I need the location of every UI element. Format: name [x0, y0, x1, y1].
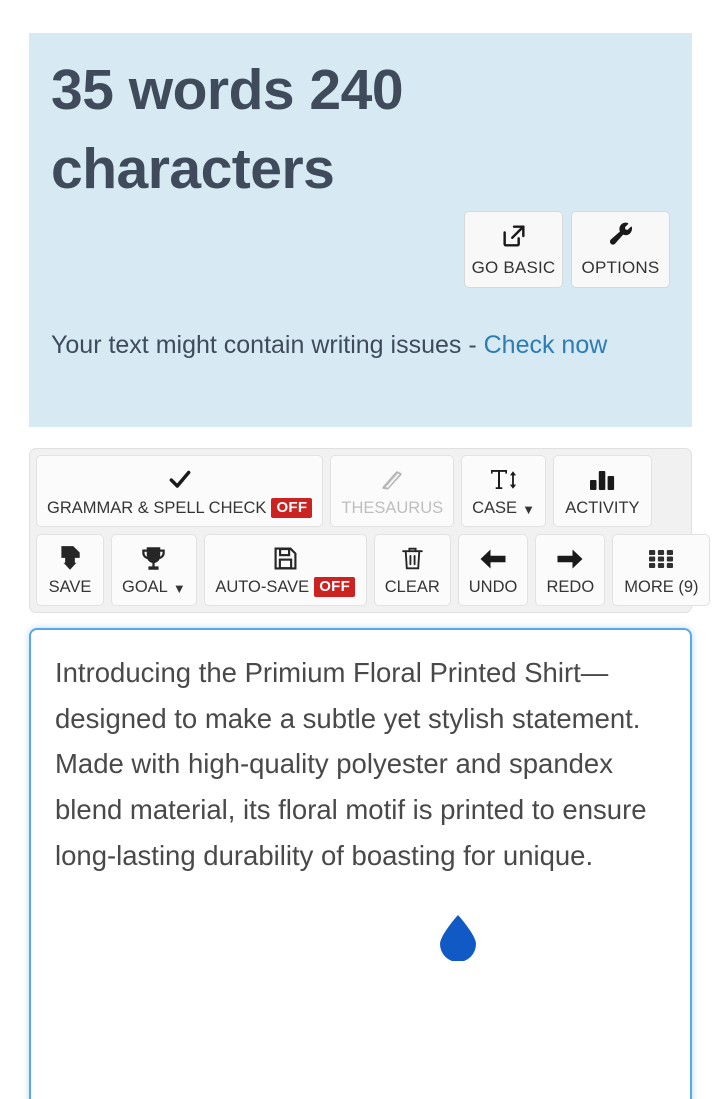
trophy-icon	[140, 544, 167, 574]
chevron-down-icon: ▼	[172, 580, 186, 596]
stats-header-panel: 35 words 240 characters GO BASIC OPTIONS…	[29, 33, 692, 427]
arrow-right-icon	[555, 544, 585, 574]
goal-label: GOAL ▼	[122, 577, 186, 596]
notice-text: Your text might contain writing issues -	[51, 331, 484, 359]
grammar-spell-check-label: GRAMMAR & SPELL CHECK OFF	[47, 498, 313, 518]
editor-toolbar: GRAMMAR & SPELL CHECK OFF THESAURUS CASE…	[29, 448, 711, 613]
go-basic-label: GO BASIC	[471, 257, 556, 277]
more-label: MORE (9)	[624, 577, 699, 596]
file-download-icon	[57, 544, 83, 574]
save-label: SAVE	[48, 577, 92, 596]
check-now-link[interactable]: Check now	[484, 331, 608, 359]
text-height-icon	[489, 465, 519, 495]
external-link-icon	[500, 222, 528, 250]
options-label: OPTIONS	[581, 257, 660, 277]
case-label: CASE ▼	[472, 498, 535, 517]
activity-label: ACTIVITY	[565, 498, 640, 517]
undo-label: UNDO	[468, 577, 518, 596]
thesaurus-label: THESAURUS	[341, 498, 444, 517]
more-button[interactable]: MORE (9)	[612, 534, 711, 606]
wrench-icon	[607, 222, 635, 250]
undo-button[interactable]: UNDO	[457, 534, 529, 606]
redo-label: REDO	[546, 577, 595, 596]
floppy-disk-icon	[272, 543, 299, 573]
word-character-counter: 35 words 240 characters	[51, 58, 404, 201]
auto-save-off-badge: OFF	[314, 577, 356, 597]
grid-icon	[647, 544, 675, 574]
clear-label: CLEAR	[384, 577, 440, 596]
redo-button[interactable]: REDO	[535, 534, 606, 606]
grammar-off-badge: OFF	[271, 498, 313, 518]
writing-issues-notice: Your text might contain writing issues -…	[51, 325, 670, 366]
check-icon	[167, 464, 193, 494]
save-button[interactable]: SAVE	[36, 534, 104, 606]
clear-button[interactable]: CLEAR	[373, 534, 451, 606]
header-button-group: GO BASIC OPTIONS	[464, 211, 670, 288]
auto-save-button[interactable]: AUTO-SAVE OFF	[203, 534, 367, 606]
grammar-spell-check-button[interactable]: GRAMMAR & SPELL CHECK OFF	[36, 455, 324, 527]
editor-content[interactable]: Introducing the Primium Floral Printed S…	[55, 650, 666, 878]
trash-icon	[400, 544, 425, 574]
toolbar-row-secondary: SAVE GOAL ▼ AUTO-SAVE OFF CLEAR UNDO RED…	[36, 534, 711, 606]
go-basic-button[interactable]: GO BASIC	[464, 211, 563, 288]
case-button[interactable]: CASE ▼	[461, 455, 546, 527]
options-button[interactable]: OPTIONS	[571, 211, 670, 288]
thesaurus-button[interactable]: THESAURUS	[330, 455, 455, 527]
bar-chart-icon	[588, 465, 616, 495]
text-editor-area[interactable]: Introducing the Primium Floral Printed S…	[29, 628, 692, 1099]
app-root: 35 words 240 characters GO BASIC OPTIONS…	[0, 0, 720, 1099]
book-icon	[379, 465, 405, 495]
goal-button[interactable]: GOAL ▼	[111, 534, 197, 606]
auto-save-label: AUTO-SAVE OFF	[215, 577, 356, 597]
activity-button[interactable]: ACTIVITY	[552, 455, 652, 527]
chevron-down-icon: ▼	[522, 501, 535, 517]
toolbar-row-primary: GRAMMAR & SPELL CHECK OFF THESAURUS CASE…	[36, 455, 685, 527]
arrow-left-icon	[478, 544, 508, 574]
